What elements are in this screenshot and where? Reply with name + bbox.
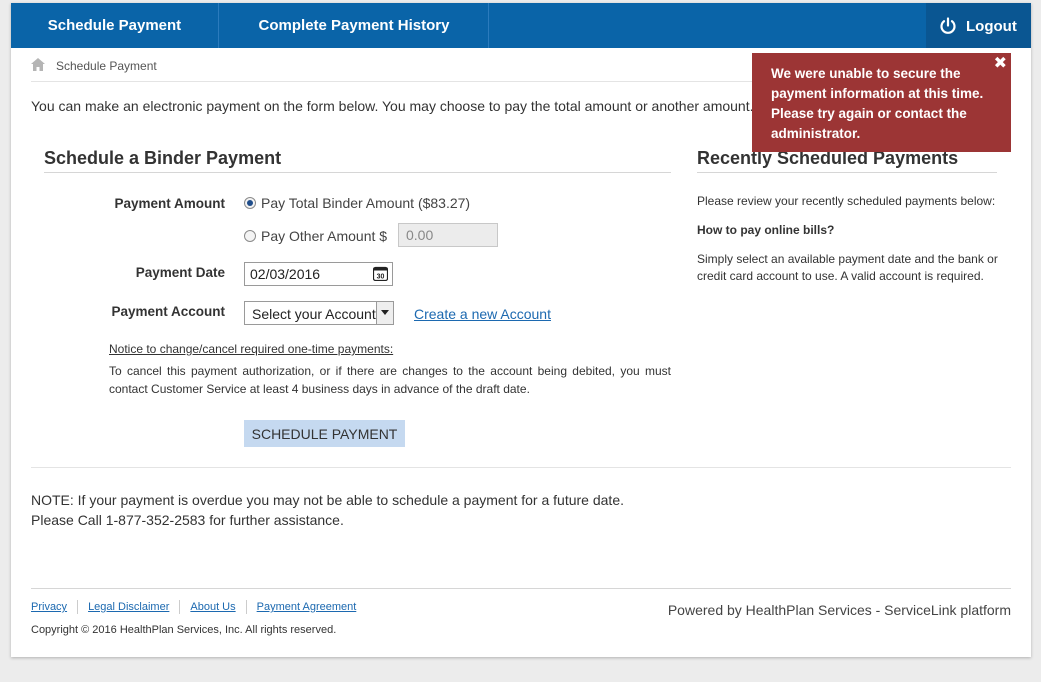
schedule-payment-button[interactable]: SCHEDULE PAYMENT: [244, 420, 405, 447]
radio-pay-total-label[interactable]: Pay Total Binder Amount ($83.27): [261, 195, 470, 211]
payment-date-label: Payment Date: [135, 265, 225, 280]
error-alert: ✖ We were unable to secure the payment i…: [752, 53, 1011, 152]
payment-account-label: Payment Account: [111, 304, 225, 319]
error-message: We were unable to secure the payment inf…: [771, 66, 984, 141]
howto-title: How to pay online bills?: [697, 223, 835, 237]
logout-button[interactable]: Logout: [926, 3, 1031, 48]
form-title: Schedule a Binder Payment: [44, 148, 282, 168]
power-icon: [940, 17, 956, 34]
footer-separator: [245, 600, 247, 614]
footer-separator: [77, 600, 79, 614]
recent-title-divider: [697, 172, 997, 173]
nav-tab-payment-history[interactable]: Complete Payment History: [220, 3, 489, 48]
footer-link-about-us[interactable]: About Us: [190, 601, 235, 613]
note-line-1: NOTE: If your payment is overdue you may…: [31, 492, 624, 508]
breadcrumb-current: Schedule Payment: [56, 59, 157, 73]
payment-date-value: 02/03/2016: [250, 266, 321, 282]
footer-link-legal-disclaimer[interactable]: Legal Disclaimer: [88, 601, 169, 613]
close-icon[interactable]: ✖: [994, 54, 1007, 74]
payment-date-input[interactable]: 02/03/2016 30: [244, 262, 393, 286]
notice-title: Notice to change/cancel required one-tim…: [109, 342, 394, 356]
howto-body: Simply select an available payment date …: [697, 252, 998, 283]
logout-label: Logout: [966, 18, 1017, 35]
powered-by: Powered by HealthPlan Services - Service…: [667, 602, 1011, 618]
create-account-link[interactable]: Create a new Account: [414, 306, 551, 322]
radio-pay-other[interactable]: [244, 230, 256, 242]
copyright: Copyright © 2016 HealthPlan Services, In…: [31, 624, 337, 636]
page-container: Schedule Payment Complete Payment Histor…: [11, 3, 1031, 657]
footer-link-payment-agreement[interactable]: Payment Agreement: [257, 601, 357, 613]
notice-body: To cancel this payment authorization, or…: [109, 364, 671, 396]
footer-separator: [179, 600, 181, 614]
payment-account-selected: Select your Account: [252, 306, 376, 322]
intro-text: You can make an electronic payment on th…: [31, 98, 754, 114]
payment-amount-label: Payment Amount: [114, 196, 225, 211]
chevron-down-icon[interactable]: [376, 302, 393, 324]
footer-divider: [31, 588, 1011, 589]
form-title-divider: [44, 172, 671, 173]
other-amount-input[interactable]: 0.00: [398, 223, 498, 247]
radio-pay-other-label[interactable]: Pay Other Amount $: [261, 228, 387, 244]
note-text: NOTE: If your payment is overdue you may…: [31, 490, 624, 530]
payment-account-select[interactable]: Select your Account: [244, 301, 394, 325]
note-line-2: Please Call 1-877-352-2583 for further a…: [31, 512, 344, 528]
home-icon[interactable]: [31, 58, 45, 71]
footer-link-privacy[interactable]: Privacy: [31, 601, 67, 613]
footer-links: Privacy Legal Disclaimer About Us Payment A…: [31, 600, 356, 614]
section-divider: [31, 467, 1011, 468]
nav-tab-schedule-payment[interactable]: Schedule Payment: [11, 3, 219, 48]
svg-text:30: 30: [377, 274, 385, 281]
calendar-icon[interactable]: 30: [373, 266, 388, 281]
radio-pay-total[interactable]: [244, 197, 256, 209]
recent-review-text: Please review your recently scheduled pa…: [697, 194, 996, 208]
top-nav: Schedule Payment Complete Payment Histor…: [11, 3, 1031, 48]
